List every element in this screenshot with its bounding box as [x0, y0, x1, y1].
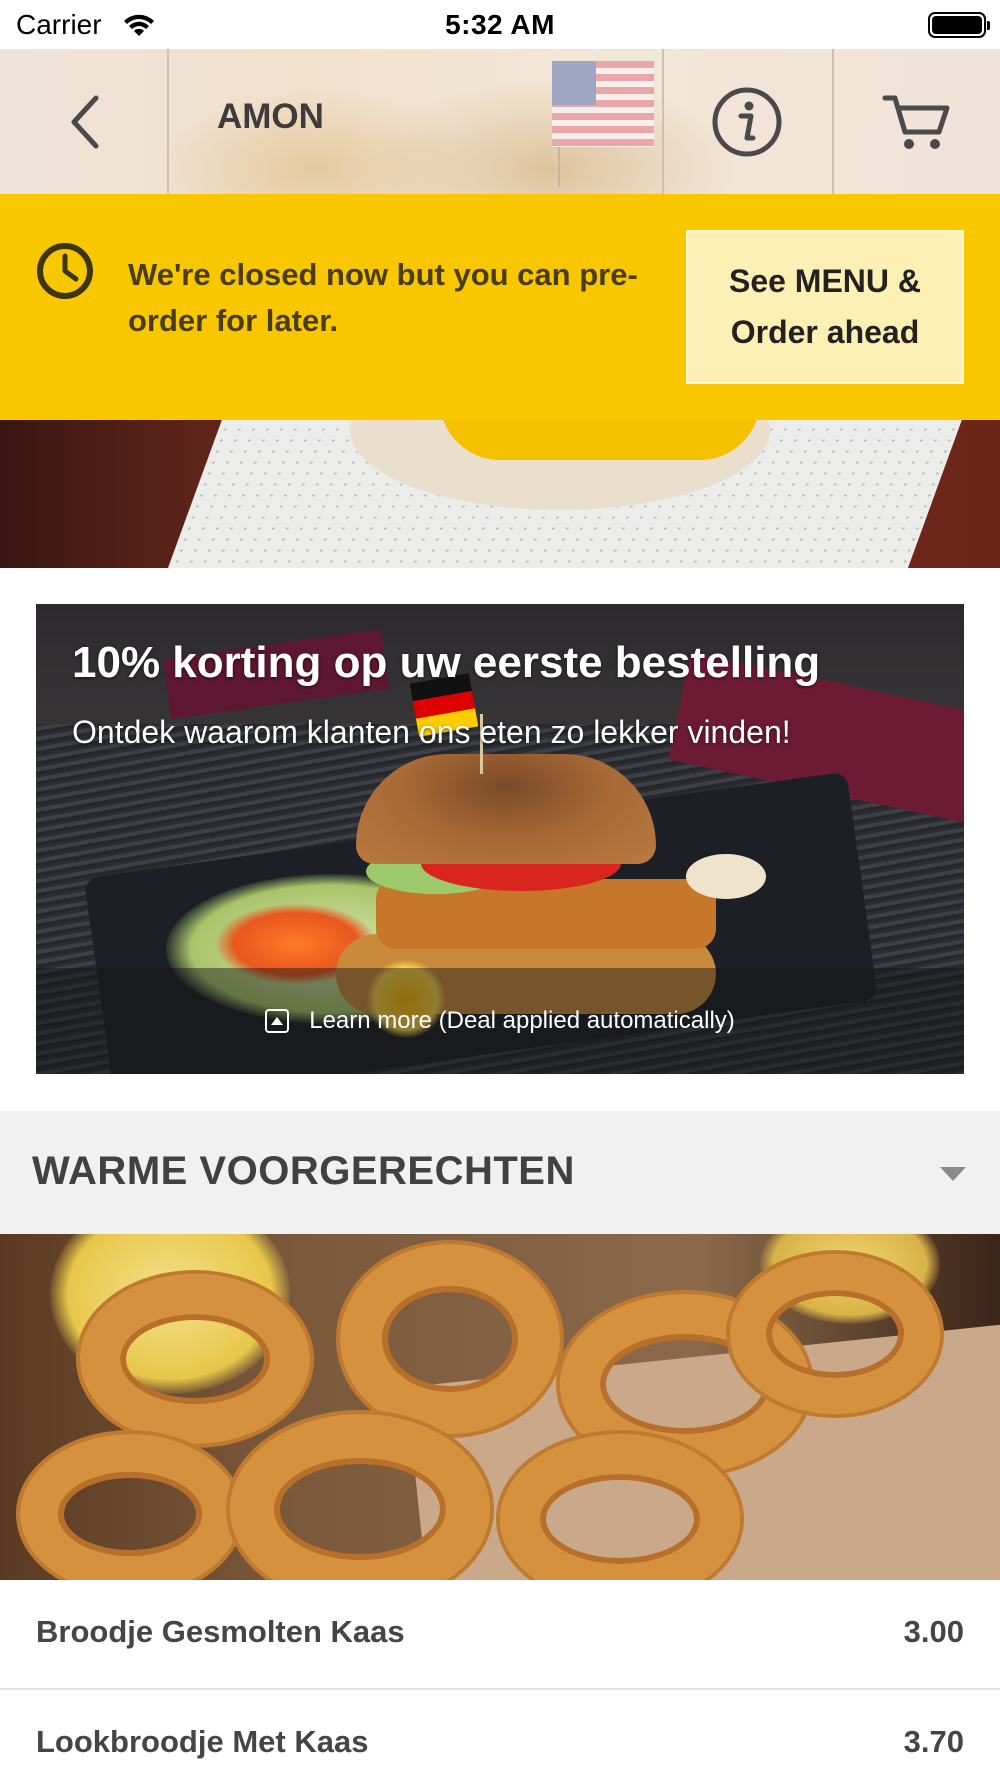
category-image-calamari [0, 1234, 1000, 1580]
promo-subtitle: Ontdek waarom klanten ons eten zo lekker… [72, 714, 791, 750]
menu-item-name: Lookbroodje Met Kaas [36, 1724, 369, 1759]
info-icon [712, 87, 782, 156]
menu-item-price: 3.70 [903, 1724, 964, 1759]
category-header-warme-voorgerechten[interactable]: WARME VOORGERECHTEN [0, 1111, 1000, 1234]
battery-icon [928, 12, 990, 38]
cart-button[interactable] [833, 49, 1000, 194]
calamari-ring [730, 1254, 940, 1414]
category-title: WARME VOORGERECHTEN [32, 1149, 575, 1193]
back-button[interactable] [0, 49, 168, 194]
see-menu-order-ahead-button[interactable]: See MENU & Order ahead [686, 230, 964, 384]
learn-more-link[interactable]: Learn more (Deal applied automatically) [36, 968, 964, 1074]
closed-message: We're closed now but you can pre-order f… [128, 257, 638, 338]
cheese-shape [440, 420, 760, 460]
caret-down-icon [940, 1167, 966, 1181]
menu-item-name: Broodje Gesmolten Kaas [36, 1614, 405, 1649]
expand-icon [265, 1009, 290, 1033]
status-bar: Carrier 5:32 AM [0, 0, 1000, 49]
burger-top-bun [356, 754, 656, 864]
menu-item-price: 3.00 [903, 1614, 964, 1649]
calamari-ring [80, 1274, 310, 1444]
menu-item[interactable]: Lookbroodje Met Kaas 3.70 [0, 1690, 1000, 1778]
back-chevron-icon [71, 95, 99, 148]
clock-icon [36, 242, 94, 305]
flag-image [552, 61, 654, 147]
calamari-ring [340, 1244, 560, 1434]
nav-divider [167, 49, 169, 194]
promo-card[interactable]: 10% korting op uw eerste bestelling Ontd… [36, 604, 964, 1074]
cart-icon [882, 95, 949, 149]
status-time: 5:32 AM [445, 9, 555, 40]
promo-title: 10% korting op uw eerste bestelling [72, 638, 821, 687]
sauce-shape [686, 854, 766, 899]
top-navigation-bar: AMON [0, 49, 1000, 194]
flag-pole [558, 147, 560, 187]
learn-more-label: Learn more (Deal applied automatically) [309, 1007, 735, 1034]
calamari-ring [20, 1434, 240, 1580]
info-button[interactable] [663, 49, 831, 194]
restaurant-hero-image [0, 420, 1000, 568]
menu-item[interactable]: Broodje Gesmolten Kaas 3.00 [0, 1580, 1000, 1690]
restaurant-title: AMON [217, 97, 324, 136]
closed-notice-banner: We're closed now but you can pre-order f… [0, 194, 1000, 420]
